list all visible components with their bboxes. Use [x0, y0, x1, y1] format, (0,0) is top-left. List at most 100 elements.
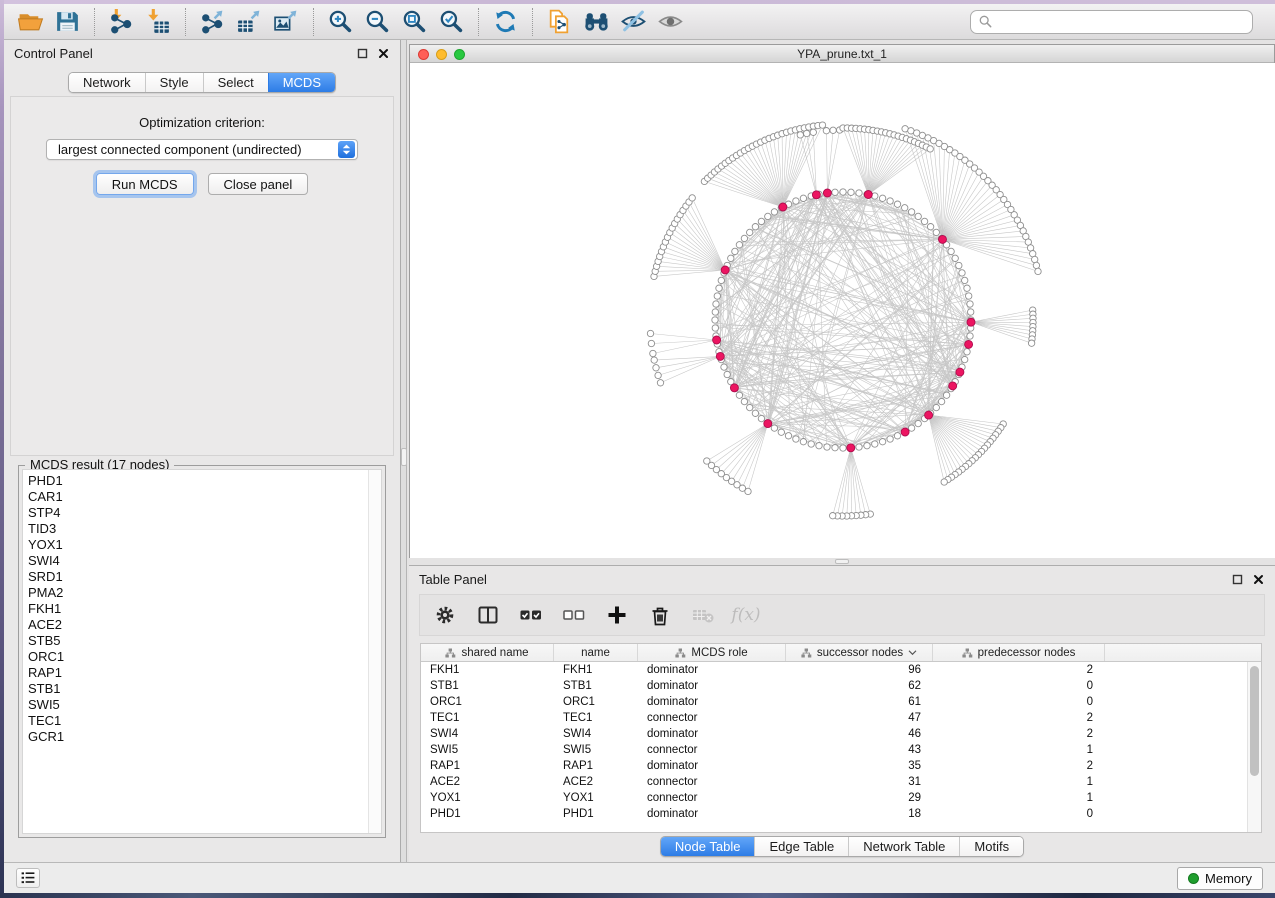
table-row[interactable]: YOX1YOX1connector291 [421, 790, 1247, 806]
save-session-button[interactable] [52, 7, 83, 37]
hide-selected-button[interactable] [618, 7, 649, 37]
window-minimize-button[interactable] [436, 49, 447, 60]
table-row[interactable]: SWI5SWI5connector431 [421, 742, 1247, 758]
mcds-result-item[interactable]: SRD1 [28, 569, 367, 585]
table-tabs: Node TableEdge TableNetwork TableMotifs [409, 836, 1275, 857]
cell: 61 [786, 696, 933, 708]
export-table-button[interactable] [234, 7, 265, 37]
mcds-result-item[interactable]: ORC1 [28, 649, 367, 665]
mcds-result-item[interactable]: RAP1 [28, 665, 367, 681]
column-header-shared-name[interactable]: shared name [421, 644, 554, 661]
column-header-predecessor-nodes[interactable]: predecessor nodes [933, 644, 1105, 661]
optimization-criterion-select[interactable]: largest connected component (undirected) [46, 139, 358, 160]
table-settings-icon [434, 604, 456, 626]
float-panel-button[interactable] [356, 47, 369, 60]
table-row[interactable]: TEC1TEC1connector472 [421, 710, 1247, 726]
table-row[interactable]: RAP1RAP1dominator352 [421, 758, 1247, 774]
close-panel-button[interactable] [377, 47, 390, 60]
table-row[interactable]: PHD1PHD1dominator180 [421, 806, 1247, 822]
close-panel-button-2[interactable]: Close panel [208, 173, 309, 195]
function-builder-button: f(x) [733, 602, 759, 628]
tab-node-table[interactable]: Node Table [661, 837, 755, 856]
export-image-button[interactable] [271, 7, 302, 37]
column-header-mcds-role[interactable]: MCDS role [638, 644, 786, 661]
zoom-selected-button[interactable] [436, 7, 467, 37]
cell: dominator [638, 728, 786, 740]
window-close-button[interactable] [418, 49, 429, 60]
column-header-name[interactable]: name [554, 644, 638, 661]
mcds-result-item[interactable]: TEC1 [28, 713, 367, 729]
tab-network[interactable]: Network [69, 73, 145, 92]
network-canvas[interactable] [410, 63, 1275, 558]
import-network-button[interactable] [106, 7, 137, 37]
optimization-criterion-label: Optimization criterion: [11, 115, 393, 130]
cell: 46 [786, 728, 933, 740]
tab-network-table[interactable]: Network Table [848, 837, 959, 856]
table-row[interactable]: STB1STB1dominator620 [421, 678, 1247, 694]
memory-button[interactable]: Memory [1177, 867, 1263, 890]
cell: 0 [933, 680, 1105, 692]
refresh-view-icon [492, 8, 519, 35]
zoom-out-button[interactable] [362, 7, 393, 37]
cell: 35 [786, 760, 933, 772]
mcds-result-item[interactable]: FKH1 [28, 601, 367, 617]
mcds-result-item[interactable]: ACE2 [28, 617, 367, 633]
cell: 29 [786, 792, 933, 804]
deselect-all-rows-button[interactable] [561, 602, 587, 628]
mcds-result-item[interactable]: PHD1 [28, 473, 367, 489]
mcds-result-item[interactable]: YOX1 [28, 537, 367, 553]
zoom-in-button[interactable] [325, 7, 356, 37]
import-table-button[interactable] [143, 7, 174, 37]
table-row[interactable]: SWI4SWI4dominator462 [421, 726, 1247, 742]
mcds-result-item[interactable]: SWI4 [28, 553, 367, 569]
tab-mcds[interactable]: MCDS [268, 73, 335, 92]
mcds-result-item[interactable]: CAR1 [28, 489, 367, 505]
table-scrollbar[interactable] [1247, 662, 1261, 832]
table-row[interactable]: ORC1ORC1dominator610 [421, 694, 1247, 710]
tab-style[interactable]: Style [145, 73, 203, 92]
cell: 62 [786, 680, 933, 692]
cell: STB1 [554, 680, 638, 692]
cell: TEC1 [421, 712, 554, 724]
mcds-result-item[interactable]: PMA2 [28, 585, 367, 601]
network-window-titlebar[interactable]: YPA_prune.txt_1 [410, 45, 1274, 63]
window-maximize-button[interactable] [454, 49, 465, 60]
mcds-result-item[interactable]: SWI5 [28, 697, 367, 713]
mcds-result-item[interactable]: TID3 [28, 521, 367, 537]
run-mcds-button[interactable]: Run MCDS [96, 173, 194, 195]
table-row[interactable]: ACE2ACE2connector311 [421, 774, 1247, 790]
table-scrollbar-thumb[interactable] [1250, 666, 1259, 776]
float-icon [1232, 574, 1243, 585]
tab-edge-table[interactable]: Edge Table [754, 837, 848, 856]
table-row[interactable]: FKH1FKH1dominator962 [421, 662, 1247, 678]
search-box[interactable] [970, 10, 1253, 34]
tab-motifs[interactable]: Motifs [959, 837, 1023, 856]
select-all-rows-button[interactable] [518, 602, 544, 628]
table-settings-button[interactable] [432, 602, 458, 628]
horizontal-splitter-handle[interactable] [835, 559, 849, 564]
float-table-panel-button[interactable] [1231, 573, 1244, 586]
duplicate-network-button[interactable] [544, 7, 575, 37]
mcds-result-item[interactable]: STB5 [28, 633, 367, 649]
search-input[interactable] [998, 13, 1244, 30]
delete-column-button[interactable] [647, 602, 673, 628]
close-table-panel-button[interactable] [1252, 573, 1265, 586]
add-column-button[interactable] [604, 602, 630, 628]
mcds-result-item[interactable]: STB1 [28, 681, 367, 697]
first-neighbors-button[interactable] [581, 7, 612, 37]
open-session-button[interactable] [15, 7, 46, 37]
column-header-successor-nodes[interactable]: successor nodes [786, 644, 933, 661]
mcds-list-scrollbar[interactable] [368, 470, 381, 833]
show-all-button[interactable] [655, 7, 686, 37]
cell: ACE2 [554, 776, 638, 788]
export-network-button[interactable] [197, 7, 228, 37]
panel-list-button[interactable] [16, 868, 40, 888]
refresh-view-button[interactable] [490, 7, 521, 37]
toggle-columns-button[interactable] [475, 602, 501, 628]
mcds-result-item[interactable]: GCR1 [28, 729, 367, 745]
mcds-result-list-container: PHD1CAR1STP4TID3YOX1SWI4SRD1PMA2FKH1ACE2… [22, 469, 382, 834]
zoom-fit-button[interactable] [399, 7, 430, 37]
tab-select[interactable]: Select [203, 73, 268, 92]
delete-table-icon [692, 604, 714, 626]
mcds-result-item[interactable]: STP4 [28, 505, 367, 521]
